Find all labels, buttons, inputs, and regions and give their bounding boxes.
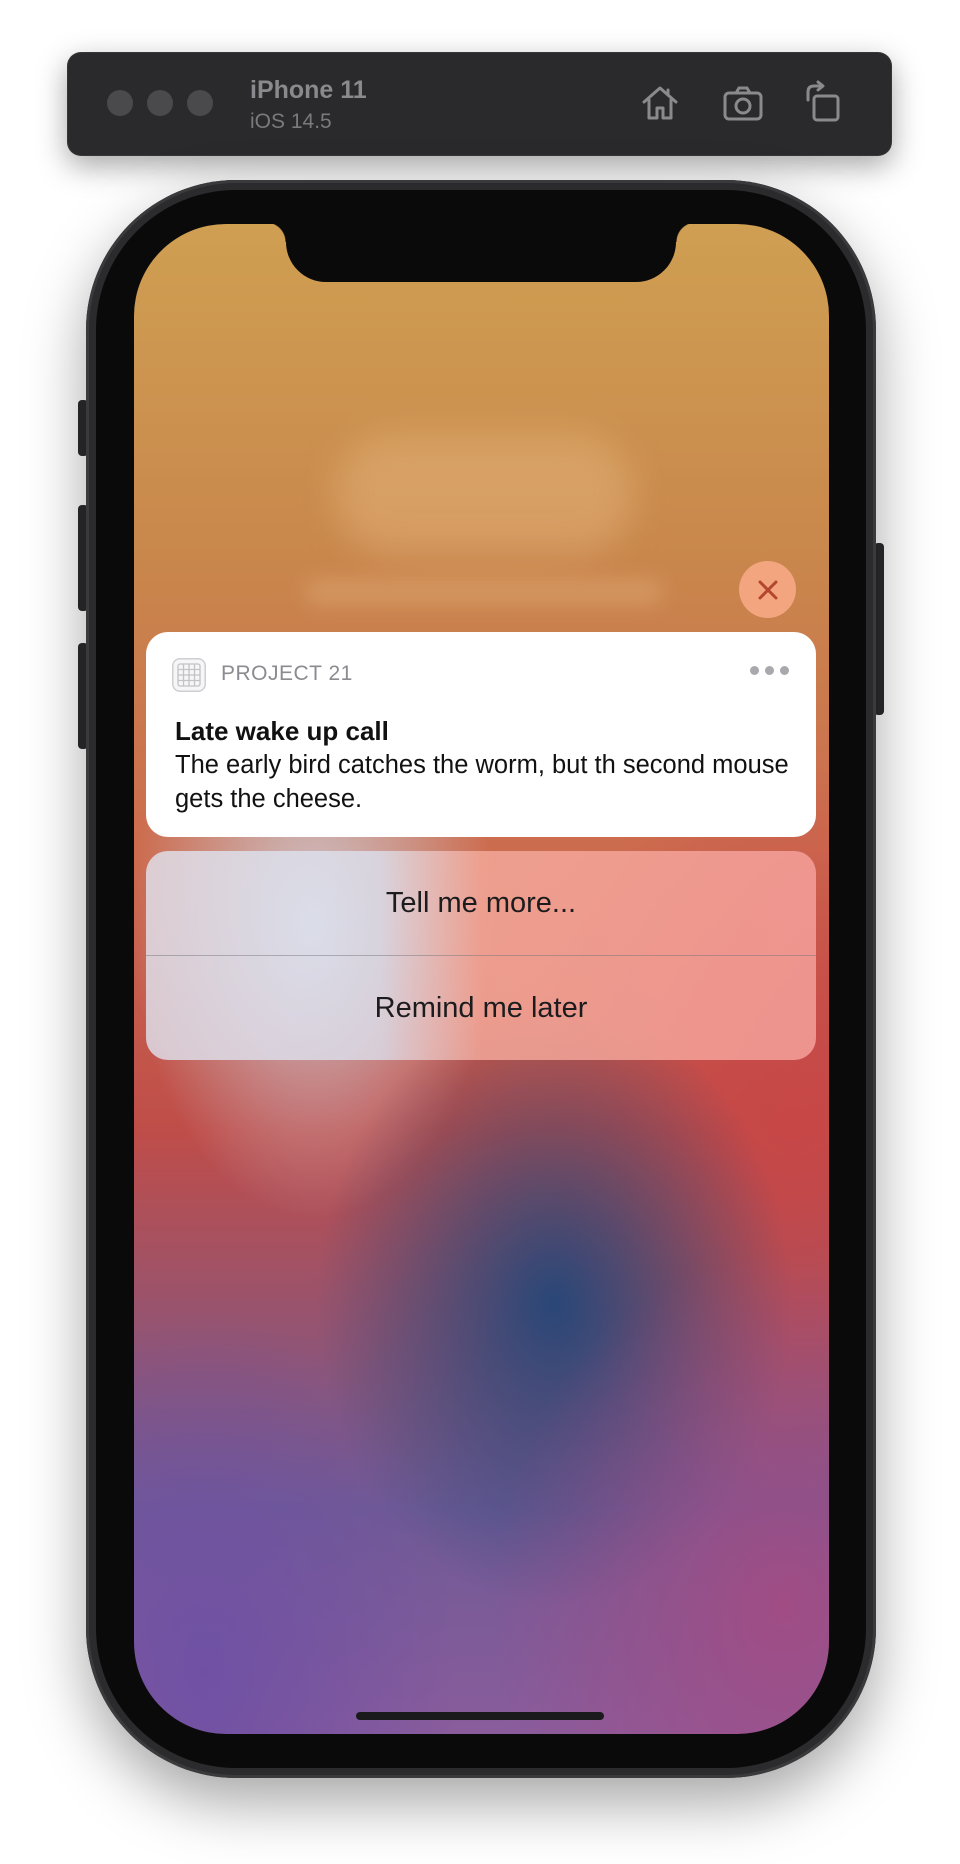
more-icon[interactable] [750,666,790,680]
notification-title: Late wake up call [175,716,389,746]
rotate-icon [806,80,840,122]
home-indicator[interactable] [356,1712,604,1720]
notification-body: The early bird catches the worm, but th … [175,751,789,813]
rotate-button[interactable] [800,80,846,126]
window-minimize-dot[interactable] [147,90,173,116]
simulator-toolbar: iPhone 11 iOS 14.5 [67,52,892,156]
notch [266,222,696,282]
screenshot-icon [723,86,763,121]
screenshot-button[interactable] [720,80,766,126]
home-button[interactable] [637,80,683,126]
window-close-dot[interactable] [107,90,133,116]
notification-app-name: PROJECT 21 [221,662,353,685]
notification-actions: Tell me more... Remind me later [146,851,816,1060]
dismiss-notification-button[interactable] [739,561,796,618]
simulator-window: iPhone 11 iOS 14.5 PROJECT 21 Late wake … [0,0,960,1864]
tell-me-more-button[interactable]: Tell me more... [146,851,816,955]
device-name: iPhone 11 [250,76,367,104]
home-icon [642,86,678,120]
device-os-version: iOS 14.5 [250,110,332,133]
remind-me-later-button[interactable]: Remind me later [146,956,816,1060]
notification-card[interactable]: PROJECT 21 Late wake up call The early b… [146,632,816,837]
blurred-clock [334,434,634,554]
grid-app-icon [172,658,206,692]
blurred-date [304,579,664,605]
close-icon [758,580,777,599]
window-zoom-dot[interactable] [187,90,213,116]
